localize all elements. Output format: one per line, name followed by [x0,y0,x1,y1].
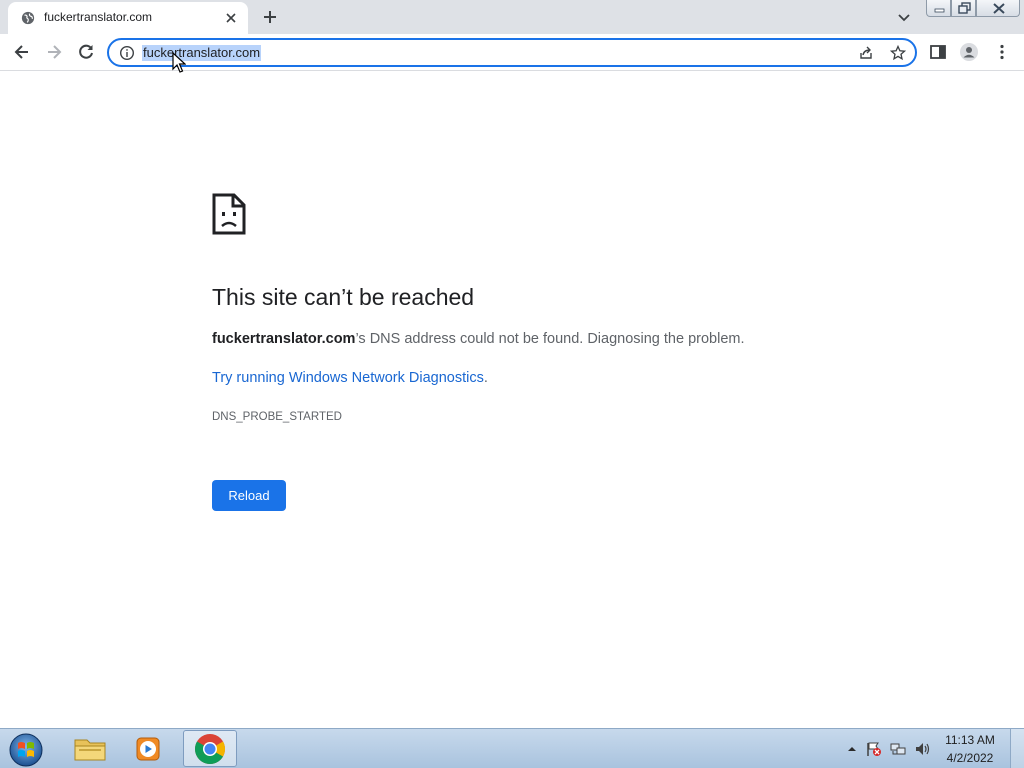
taskbar-chrome[interactable] [183,730,237,767]
error-description: fuckertranslator.com’s DNS address could… [212,331,745,347]
url-text[interactable]: fuckertranslator.com [142,45,262,61]
tab-search-chevron-icon[interactable] [896,9,912,25]
share-icon[interactable] [858,45,874,61]
taskbar-media-player[interactable] [121,730,175,767]
restore-icon [958,2,971,14]
minimize-icon [934,8,945,13]
side-panel-icon[interactable] [928,42,948,62]
close-window-button[interactable] [976,0,1020,17]
tab-title: fuckertranslator.com [44,10,153,24]
new-tab-icon[interactable] [261,8,279,26]
media-player-icon [136,737,160,761]
start-button-icon[interactable] [5,731,47,767]
minimize-button[interactable] [926,0,951,17]
address-bar[interactable]: fuckertranslator.com [107,38,917,67]
tab-active[interactable]: fuckertranslator.com [8,2,248,34]
error-domain: fuckertranslator.com [212,331,356,347]
window-controls [926,0,1020,19]
sad-document-icon [212,193,246,235]
back-icon[interactable] [12,42,32,62]
error-title: This site can’t be reached [212,284,475,310]
profile-icon[interactable] [959,42,979,62]
taskbar-file-explorer[interactable] [63,730,117,767]
close-icon [993,3,1005,14]
forward-icon[interactable] [44,42,64,62]
show-desktop-button[interactable] [1010,729,1024,768]
action-center-flag-icon[interactable] [866,741,882,757]
volume-icon[interactable] [914,741,930,757]
tab-strip: fuckertranslator.com [0,0,1024,34]
network-diagnostics-link[interactable]: Try running Windows Network Diagnostics [212,370,484,386]
reload-button[interactable]: Reload [212,480,286,511]
star-icon[interactable] [890,45,906,61]
restore-button[interactable] [951,0,976,17]
globe-icon [21,11,35,25]
close-tab-icon[interactable] [223,10,239,26]
clock-date[interactable]: 4/2/2022 [937,751,1003,765]
network-icon[interactable] [890,741,906,757]
file-explorer-icon [74,739,106,761]
taskbar: 11:13 AM 4/2/2022 [0,728,1024,768]
mouse-cursor-icon [172,52,186,73]
show-hidden-icons-icon[interactable] [844,741,860,757]
reload-icon[interactable] [76,42,96,62]
link-suffix: . [483,370,488,386]
browser-toolbar: fuckertranslator.com [0,34,1024,71]
network-diagnostics-line: Try running Windows Network Diagnostics. [212,370,488,386]
info-icon[interactable] [119,45,135,61]
error-description-text: ’s DNS address could not be found. Diagn… [355,331,745,347]
clock-time[interactable]: 11:13 AM [937,733,1003,747]
menu-icon[interactable] [992,42,1012,62]
error-code: DNS_PROBE_STARTED [212,411,342,423]
chrome-icon [194,734,226,765]
